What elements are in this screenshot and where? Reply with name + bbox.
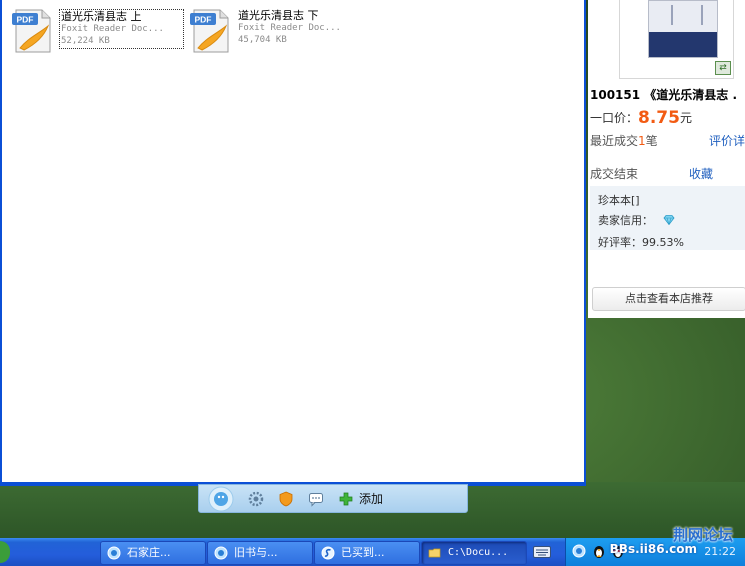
recent-unit: 笔 (645, 134, 658, 148)
penguin-icon[interactable] (591, 543, 607, 559)
shop-recommend-button[interactable]: 点击查看本店推荐 (592, 287, 745, 311)
taskbar-button[interactable]: 旧书与... (207, 541, 313, 565)
browser-icon (321, 546, 335, 560)
pdf-file-icon: PDF (190, 9, 229, 53)
qq-avatar-icon[interactable] (207, 485, 235, 512)
add-button-label[interactable]: 添加 (359, 490, 383, 507)
file-type: Foxit Reader Doc... (61, 24, 164, 34)
seller-credit-label: 卖家信用： (598, 214, 653, 227)
price-label: 一口价： (590, 111, 639, 125)
file-item[interactable]: PDF 道光乐清县志 下 Foxit Reader Doc... 45,704 … (188, 6, 368, 53)
floating-toolbar: 添加 (198, 484, 468, 513)
taskbar-button-label: 石家庄... (127, 546, 171, 559)
review-details-link[interactable]: 评价详 (709, 132, 745, 149)
svg-text:PDF: PDF (195, 15, 212, 25)
file-size: 45,704 KB (238, 35, 287, 45)
taskbar-button[interactable]: 已买到... (314, 541, 420, 565)
enlarge-icon[interactable]: ⇄ (715, 61, 731, 75)
file-name: 道光乐清县志 下 (238, 9, 319, 22)
file-name: 道光乐清县志 上 (61, 10, 142, 23)
recent-count: 1 (638, 134, 646, 148)
seller-credit: 卖家信用： (598, 212, 675, 228)
taskbar-button-label: 已买到... (341, 546, 385, 559)
file-type: Foxit Reader Doc... (238, 23, 341, 33)
svg-text:PDF: PDF (17, 15, 34, 25)
plus-icon[interactable] (337, 490, 355, 508)
item-thumbnail[interactable]: ⇄ (619, 0, 734, 79)
seller-info-box: 珍本本[] 卖家信用： 好评率：99.53% (590, 186, 745, 250)
favorite-link[interactable]: 收藏 (689, 165, 713, 182)
file-text-block: 道光乐清县志 上 Foxit Reader Doc... 52,224 KB (59, 9, 184, 49)
shop-item-panel: ⇄ 100151 《道光乐清县志 . 一口价：8.75元 最近成交1笔 评价详 … (588, 0, 745, 318)
keyboard-icon[interactable] (528, 543, 556, 561)
start-button[interactable] (0, 541, 10, 563)
price-row: 一口价：8.75元 (590, 108, 692, 128)
recent-sales: 最近成交1笔 (590, 132, 658, 149)
file-list-area[interactable]: PDF 道光乐清县志 上 Foxit Reader Doc... 52,224 … (2, 0, 584, 482)
taskbar-button-label: 旧书与... (234, 546, 278, 559)
price-unit: 元 (679, 111, 692, 125)
taskbar-button[interactable]: 石家庄... (100, 541, 206, 565)
message-icon[interactable] (307, 490, 325, 508)
qq-chat-icon (107, 546, 121, 560)
deal-status: 成交结束 (590, 167, 639, 181)
qq-chat-icon (214, 546, 228, 560)
explorer-window: PDF 道光乐清县志 上 Foxit Reader Doc... 52,224 … (0, 0, 586, 486)
recent-label: 最近成交 (590, 134, 639, 148)
forum-watermark: 荆网论坛 BBs.ii86.com (609, 524, 745, 558)
gear-icon[interactable] (247, 490, 265, 508)
good-rate: 好评率：99.53% (598, 236, 684, 249)
price-value: 8.75 (638, 108, 680, 128)
taskbar-button-label: C:\Docu... (448, 547, 509, 558)
taskbar-button-active[interactable]: C:\Docu... (421, 541, 527, 565)
book-cover-image (648, 0, 718, 58)
qq-tray-icon[interactable] (572, 544, 586, 558)
shop-name[interactable]: 珍本本[] (598, 192, 640, 208)
folder-icon (428, 548, 441, 558)
file-item[interactable]: PDF 道光乐清县志 上 Foxit Reader Doc... 52,224 … (10, 6, 190, 53)
watermark-url: BBs.ii86.com (609, 542, 697, 556)
shield-icon[interactable] (277, 490, 295, 508)
file-size: 52,224 KB (61, 36, 110, 46)
pdf-file-icon: PDF (12, 9, 51, 53)
file-text-block: 道光乐清县志 下 Foxit Reader Doc... 45,704 KB (238, 10, 360, 46)
diamond-icon (662, 215, 675, 225)
item-title[interactable]: 100151 《道光乐清县志 . (590, 86, 745, 103)
